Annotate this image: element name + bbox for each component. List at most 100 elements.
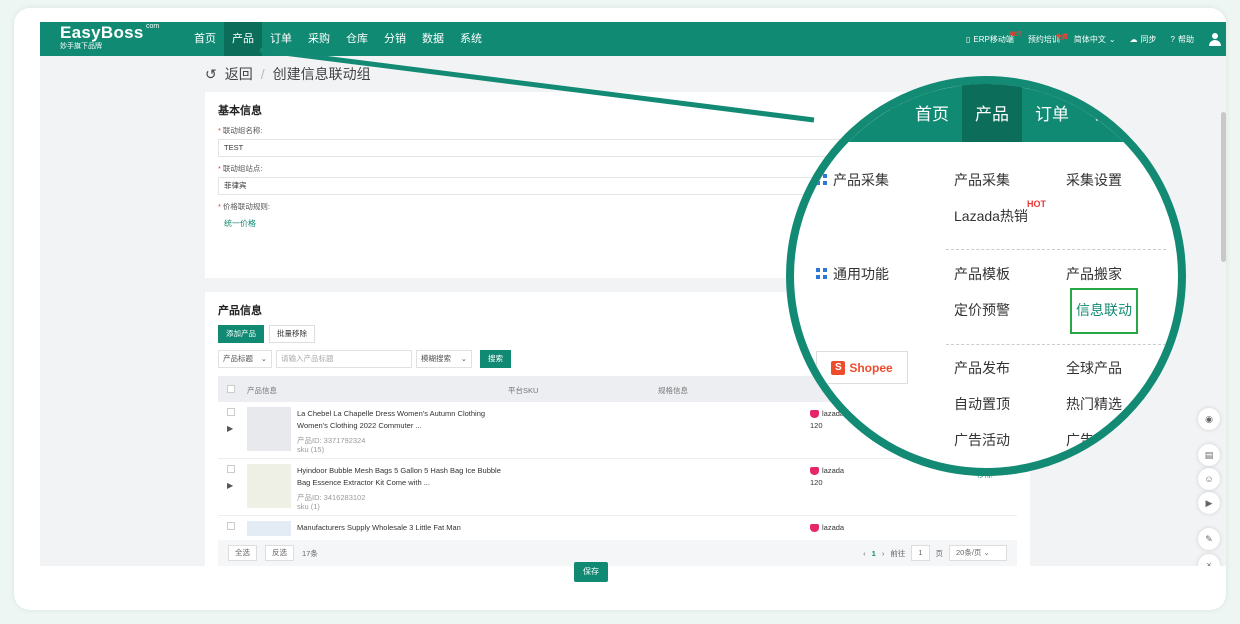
- page-title: 创建信息联动组: [272, 66, 371, 82]
- menu-global-product[interactable]: 全球产品: [1066, 358, 1122, 378]
- col-spec-info: 规格信息: [658, 386, 688, 395]
- zoom-nav-products[interactable]: 产品: [962, 84, 1022, 142]
- vertical-scrollbar[interactable]: [1221, 112, 1226, 262]
- screenshot-frame: EasyBoss com 妙手旗下品牌 首页 产品 订单 采购 仓库 分销 数据…: [14, 8, 1226, 610]
- top-right-tools: ▯ ERP移动端 HOT 预约培训 免费 简体中文 ⌄ ☁ 同步 ? 帮助: [966, 22, 1222, 56]
- group-site-label-text: 联动组站点:: [222, 164, 263, 173]
- platform-cell: lazada: [810, 522, 844, 534]
- nav-system[interactable]: 系统: [452, 22, 490, 56]
- page-unit-label: 页: [935, 548, 944, 558]
- free-badge: 免费: [1055, 34, 1068, 41]
- match-mode-select[interactable]: 模糊搜索 ⌄: [416, 350, 472, 368]
- nav-data[interactable]: 数据: [414, 22, 452, 56]
- logo[interactable]: EasyBoss com 妙手旗下品牌: [60, 23, 159, 51]
- shopee-label: Shopee: [849, 360, 893, 375]
- help-button[interactable]: ? 帮助: [1171, 34, 1194, 45]
- nav-products[interactable]: 产品: [224, 22, 262, 56]
- save-button[interactable]: 保存: [574, 562, 608, 582]
- table-footer: 全选 反选 17条 ‹ 1 › 前往 1 页 20条/页 ⌄: [218, 540, 1017, 566]
- nav-distribution[interactable]: 分销: [376, 22, 414, 56]
- prev-page-icon[interactable]: ‹: [863, 549, 866, 558]
- filter-field-label: 产品标题: [223, 354, 253, 363]
- nav-purchase[interactable]: 采购: [300, 22, 338, 56]
- menu-hot-pick[interactable]: 热门精选: [1066, 394, 1122, 414]
- menu-collect-settings[interactable]: 采集设置: [1066, 170, 1122, 190]
- row-checkbox[interactable]: [227, 465, 235, 473]
- sync-button[interactable]: ☁ 同步: [1130, 34, 1157, 45]
- required-mark: *: [218, 202, 221, 211]
- nav-warehouse[interactable]: 仓库: [338, 22, 376, 56]
- page-size-select[interactable]: 20条/页 ⌄: [949, 545, 1007, 561]
- logo-slogan: 妙手旗下品牌: [60, 43, 102, 50]
- back-link[interactable]: 返回: [225, 64, 253, 84]
- erp-mobile-link[interactable]: ▯ ERP移动端 HOT: [966, 32, 1022, 45]
- lazada-icon: [810, 410, 819, 419]
- current-page[interactable]: 1: [872, 549, 876, 558]
- menu-product-template[interactable]: 产品模板: [954, 264, 1010, 284]
- invert-select-button[interactable]: 反选: [265, 545, 294, 561]
- assistant-robot-icon[interactable]: ◉: [1198, 408, 1220, 430]
- back-icon[interactable]: ↺: [205, 66, 217, 83]
- menu-ad-campaign[interactable]: 广告活动: [954, 430, 1010, 450]
- chevron-down-icon: ⌄: [260, 354, 267, 363]
- platform-name: lazada: [822, 523, 845, 532]
- hot-badge: HOT: [1027, 199, 1046, 209]
- row-checkbox[interactable]: [227, 408, 235, 416]
- help-label: 帮助: [1178, 34, 1194, 44]
- logo-name: EasyBoss: [60, 23, 144, 42]
- col-product-info: 产品信息: [247, 386, 277, 395]
- product-title: Manufacturers Supply Wholesale 3 Little …: [297, 523, 461, 532]
- close-icon[interactable]: ×: [1198, 554, 1220, 566]
- product-title: Hyindoor Bubble Mesh Bags 5 Gallon 5 Has…: [297, 466, 501, 487]
- expand-arrow-icon[interactable]: ▶: [227, 481, 233, 490]
- breadcrumb: ↺ 返回 / 创建信息联动组: [205, 64, 371, 84]
- menu-auto-top[interactable]: 自动置顶: [954, 394, 1010, 414]
- zoom-nav-purchase[interactable]: 采: [1082, 84, 1125, 142]
- menu-product-collect[interactable]: 产品采集: [954, 170, 1010, 190]
- user-menu[interactable]: [1208, 32, 1222, 46]
- erp-mobile-label: ERP移动端: [973, 34, 1014, 44]
- product-thumbnail: [247, 521, 291, 536]
- group-name-label-text: 联动组名称:: [222, 126, 263, 135]
- nav-home[interactable]: 首页: [186, 22, 224, 56]
- cloud-icon: ☁: [1129, 34, 1138, 44]
- select-all-button[interactable]: 全选: [228, 545, 257, 561]
- language-select[interactable]: 简体中文 ⌄: [1074, 34, 1116, 45]
- lazada-icon: [810, 467, 819, 476]
- goto-page-input[interactable]: 1: [911, 545, 930, 561]
- product-id: 产品ID: 3371792324: [297, 436, 366, 445]
- menu-product-move[interactable]: 产品搬家: [1066, 264, 1122, 284]
- price: 120: [810, 421, 823, 430]
- grid-icon: [816, 268, 827, 279]
- next-page-icon[interactable]: ›: [882, 549, 885, 558]
- batch-remove-button[interactable]: 批量移除: [269, 325, 315, 343]
- select-all-checkbox[interactable]: [227, 385, 235, 393]
- video-icon[interactable]: ▶: [1198, 492, 1220, 514]
- zoom-nav: 首页 产品 订单 采: [902, 84, 1125, 142]
- zoom-navbar: 首页 产品 订单 采: [794, 84, 1178, 142]
- add-product-button[interactable]: 添加产品: [218, 325, 264, 343]
- menu-product-publish[interactable]: 产品发布: [954, 358, 1010, 378]
- search-input[interactable]: 请输入产品标题: [276, 350, 412, 368]
- page-size-label: 20条/页: [956, 548, 982, 557]
- goto-label: 前往: [890, 548, 906, 558]
- nav-orders[interactable]: 订单: [262, 22, 300, 56]
- row-checkbox[interactable]: [227, 522, 235, 530]
- group-collect-label: 产品采集: [833, 172, 889, 188]
- menu-price-alert[interactable]: 定价预警: [954, 300, 1010, 320]
- match-mode-label: 模糊搜索: [421, 354, 451, 363]
- training-link[interactable]: 预约培训 免费: [1028, 34, 1068, 45]
- notes-icon[interactable]: ▤: [1198, 444, 1220, 466]
- search-button[interactable]: 搜索: [480, 350, 511, 368]
- zoom-nav-home[interactable]: 首页: [902, 84, 962, 142]
- chat-icon[interactable]: ✎: [1198, 528, 1220, 550]
- price: 120: [810, 478, 823, 487]
- zoom-nav-orders[interactable]: 订单: [1022, 84, 1082, 142]
- menu-lazada-hot[interactable]: Lazada热销: [954, 206, 1028, 226]
- chevron-down-icon: ⌄: [460, 354, 467, 363]
- filter-field-select[interactable]: 产品标题 ⌄: [218, 350, 272, 368]
- product-thumbnail: [247, 407, 291, 451]
- expand-arrow-icon[interactable]: ▶: [227, 424, 233, 433]
- menu-ads[interactable]: 广告: [1066, 430, 1094, 450]
- avatar-icon[interactable]: ☺: [1198, 468, 1220, 490]
